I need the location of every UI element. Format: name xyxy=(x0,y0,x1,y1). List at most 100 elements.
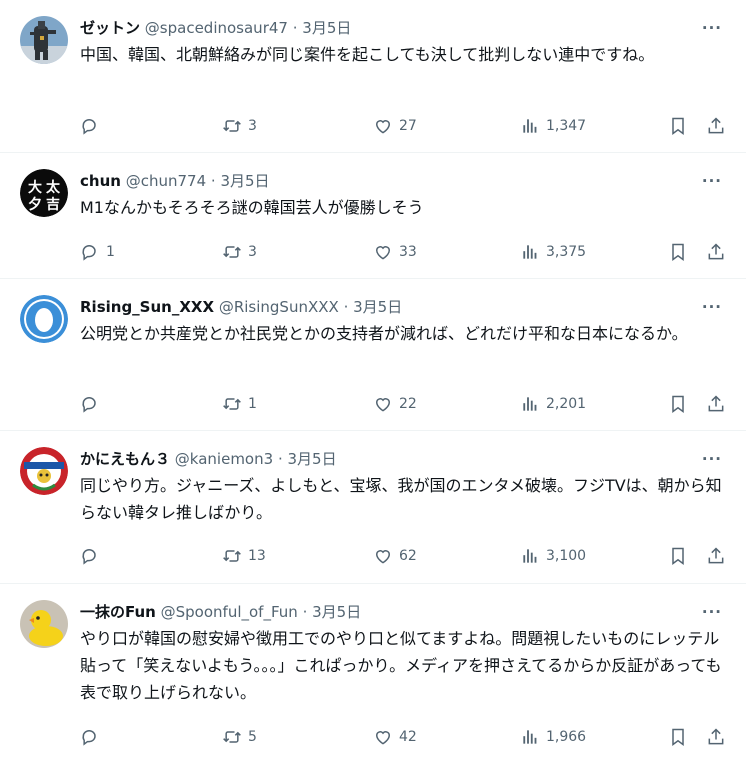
user-handle[interactable]: @spacedinosaur47 xyxy=(145,19,288,37)
user-handle[interactable]: @Spoonful_of_Fun xyxy=(161,603,298,621)
bookmark-icon xyxy=(672,243,684,261)
tweet-date[interactable]: 3月5日 xyxy=(302,19,351,37)
views-icon xyxy=(523,730,537,744)
like-button[interactable]: 33 xyxy=(373,242,417,262)
tweet-header: chun @chun774 · 3月5日 ··· xyxy=(80,169,728,193)
bookmark-button[interactable] xyxy=(668,546,688,566)
like-button[interactable]: 27 xyxy=(373,116,417,136)
avatar-char: 大 xyxy=(28,179,42,196)
share-button[interactable] xyxy=(706,394,726,414)
retweet-count: 3 xyxy=(248,244,257,260)
tweet-header: ゼットン @spacedinosaur47 · 3月5日 ··· xyxy=(80,16,728,40)
tweet-date[interactable]: 3月5日 xyxy=(288,450,337,468)
action-bar: 1 22 2,201 xyxy=(80,394,728,414)
action-bar: 1 3 33 3,375 xyxy=(80,242,728,262)
separator-dot: · xyxy=(292,19,298,37)
views-button[interactable]: 3,375 xyxy=(520,242,586,262)
view-count: 2,201 xyxy=(546,396,587,412)
user-handle[interactable]: @chun774 xyxy=(126,172,206,190)
tweet-date[interactable]: 3月5日 xyxy=(353,298,402,316)
tweet-text: 同じやり方。ジャニーズ、よしもと、宝塚、我が国のエンタメ破壊。フジTVは、朝から… xyxy=(80,476,722,522)
reply-button[interactable] xyxy=(80,116,106,136)
reply-count: 1 xyxy=(106,244,115,260)
tweet[interactable]: 一抹のFun @Spoonful_of_Fun · 3月5日 ··· やり口が韓… xyxy=(0,584,746,761)
avatar[interactable] xyxy=(20,600,68,648)
bookmark-button[interactable] xyxy=(668,394,688,414)
like-count: 33 xyxy=(399,244,417,260)
retweet-button[interactable]: 13 xyxy=(222,546,266,566)
retweet-button[interactable]: 5 xyxy=(222,727,257,747)
retweet-button[interactable]: 3 xyxy=(222,116,257,136)
display-name[interactable]: 一抹のFun xyxy=(80,603,156,621)
display-name[interactable]: かにえもん３ xyxy=(80,450,170,468)
display-name[interactable]: Rising_Sun_XXX xyxy=(80,298,214,316)
tweet-date[interactable]: 3月5日 xyxy=(312,603,361,621)
more-options-icon[interactable]: ··· xyxy=(702,16,722,40)
separator-dot: · xyxy=(343,298,349,316)
bookmark-button[interactable] xyxy=(668,727,688,747)
avatar[interactable] xyxy=(20,447,68,495)
retweet-icon xyxy=(223,550,241,562)
user-handle[interactable]: @kaniemon3 xyxy=(175,450,273,468)
share-icon xyxy=(708,395,724,412)
reply-icon xyxy=(82,119,96,135)
avatar[interactable] xyxy=(20,16,68,64)
heart-icon xyxy=(375,731,391,745)
avatar-char: 夕 xyxy=(28,196,42,213)
share-button[interactable] xyxy=(706,242,726,262)
share-icon xyxy=(708,547,724,564)
view-count: 1,347 xyxy=(546,118,587,134)
tweet[interactable]: かにえもん３ @kaniemon3 · 3月5日 ··· 同じやり方。ジャニーズ… xyxy=(0,431,746,584)
display-name[interactable]: ゼットン xyxy=(80,19,140,37)
reply-icon xyxy=(82,549,96,565)
more-options-icon[interactable]: ··· xyxy=(702,295,722,319)
like-button[interactable]: 42 xyxy=(373,727,417,747)
more-options-icon[interactable]: ··· xyxy=(702,169,722,193)
retweet-button[interactable]: 1 xyxy=(222,394,257,414)
views-button[interactable]: 1,347 xyxy=(520,116,586,136)
share-button[interactable] xyxy=(706,546,726,566)
tweet[interactable]: 大 太 夕 吉 chun @chun774 · 3月5日 ··· M1なんかもそ… xyxy=(0,153,746,279)
share-button[interactable] xyxy=(706,727,726,747)
bookmark-icon xyxy=(672,547,684,565)
tweet-text: やり口が韓国の慰安婦や徴用工でのやり口と似てますよね。問題視したいものにレッテル… xyxy=(80,629,722,702)
retweet-count: 13 xyxy=(248,548,266,564)
share-button[interactable] xyxy=(706,116,726,136)
reply-button[interactable] xyxy=(80,546,106,566)
views-button[interactable]: 3,100 xyxy=(520,546,586,566)
reply-icon xyxy=(82,730,96,746)
bookmark-icon xyxy=(672,728,684,746)
more-options-icon[interactable]: ··· xyxy=(702,600,722,624)
like-button[interactable]: 22 xyxy=(373,394,417,414)
bookmark-button[interactable] xyxy=(668,116,688,136)
views-button[interactable]: 1,966 xyxy=(520,727,586,747)
tweet[interactable]: Rising_Sun_XXX @RisingSunXXX · 3月5日 ··· … xyxy=(0,279,746,431)
views-button[interactable]: 2,201 xyxy=(520,394,586,414)
tweet-header: かにえもん３ @kaniemon3 · 3月5日 ··· xyxy=(80,447,728,471)
avatar-char: 吉 xyxy=(46,196,60,213)
view-count: 3,375 xyxy=(546,244,587,260)
like-count: 42 xyxy=(399,729,417,745)
like-count: 62 xyxy=(399,548,417,564)
separator-dot: · xyxy=(210,172,216,190)
reply-button[interactable] xyxy=(80,727,106,747)
retweet-icon xyxy=(223,398,241,410)
bookmark-button[interactable] xyxy=(668,242,688,262)
tweet-date[interactable]: 3月5日 xyxy=(220,172,269,190)
retweet-button[interactable]: 3 xyxy=(222,242,257,262)
like-button[interactable]: 62 xyxy=(373,546,417,566)
tweet-header: Rising_Sun_XXX @RisingSunXXX · 3月5日 ··· xyxy=(80,295,728,319)
avatar[interactable]: 大 太 夕 吉 xyxy=(20,169,68,217)
heart-icon xyxy=(375,120,391,134)
views-icon xyxy=(523,245,537,259)
reply-button[interactable] xyxy=(80,394,106,414)
user-handle[interactable]: @RisingSunXXX xyxy=(219,298,339,316)
more-options-icon[interactable]: ··· xyxy=(702,447,722,471)
retweet-icon xyxy=(223,246,241,258)
reply-button[interactable]: 1 xyxy=(80,242,115,262)
view-count: 3,100 xyxy=(546,548,587,564)
tweet-text: 中国、韓国、北朝鮮絡みが同じ案件を起こしても決して批判しない連中ですね。 xyxy=(80,45,655,64)
tweet[interactable]: ゼットン @spacedinosaur47 · 3月5日 ··· 中国、韓国、北… xyxy=(0,0,746,153)
display-name[interactable]: chun xyxy=(80,172,121,190)
avatar[interactable] xyxy=(20,295,68,343)
